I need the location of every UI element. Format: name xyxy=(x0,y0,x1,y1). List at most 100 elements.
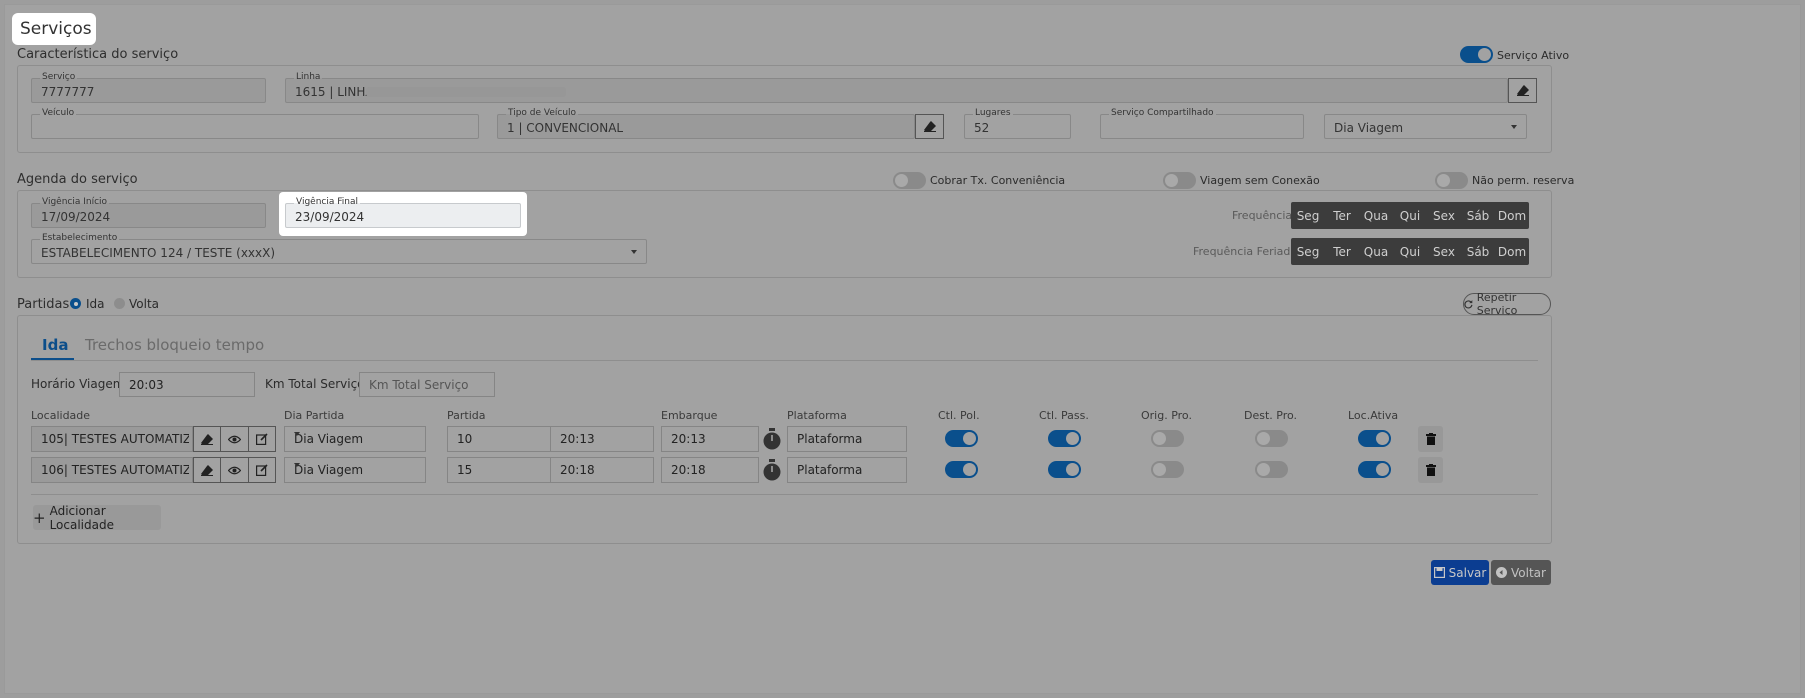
adicionar-localidade-button[interactable]: + Adicionar Localidade xyxy=(33,504,161,532)
lugares-field[interactable]: Lugares 52 xyxy=(964,108,1071,139)
stopwatch-icon[interactable] xyxy=(763,428,781,450)
page-title: Serviços xyxy=(12,13,96,45)
day-qui[interactable]: Qui xyxy=(1393,202,1427,229)
ida-radio-label: Ida xyxy=(86,297,105,311)
orig-pro-toggle[interactable] xyxy=(1151,461,1184,478)
ctl-pol-toggle[interactable] xyxy=(945,430,978,447)
plus-icon: + xyxy=(33,508,46,527)
feriado-day-dom[interactable]: Dom xyxy=(1495,238,1529,265)
day-qua[interactable]: Qua xyxy=(1359,202,1393,229)
veiculo-field[interactable]: Veículo xyxy=(31,108,479,139)
ida-radio[interactable] xyxy=(70,298,81,309)
estabelecimento-select[interactable]: Estabelecimento ESTABELECIMENTO 124 / TE… xyxy=(31,233,647,264)
frequencia-feriados-days: Seg Ter Qua Qui Sex Sáb Dom xyxy=(1291,238,1529,265)
feriado-day-seg[interactable]: Seg xyxy=(1291,238,1325,265)
partida-num-input[interactable]: 15 xyxy=(447,457,551,483)
edit-localidade-button[interactable] xyxy=(248,457,276,483)
loc-ativa-toggle[interactable] xyxy=(1358,430,1391,447)
ctl-pol-toggle[interactable] xyxy=(945,461,978,478)
vigencia-inicio-field: Vigência Início 17/09/2024 xyxy=(31,197,266,228)
loc-ativa-toggle[interactable] xyxy=(1358,461,1391,478)
tab-trechos[interactable]: Trechos bloqueio tempo xyxy=(85,336,264,354)
day-dom[interactable]: Dom xyxy=(1495,202,1529,229)
dia-partida-select[interactable]: Dia Viagem xyxy=(284,426,426,452)
frequencia-feriados-label: Frequência Feriados xyxy=(1193,245,1303,258)
day-ter[interactable]: Ter xyxy=(1325,202,1359,229)
col-partida: Partida xyxy=(447,409,486,422)
dest-pro-toggle[interactable] xyxy=(1255,430,1288,447)
feriado-day-sab[interactable]: Sáb xyxy=(1461,238,1495,265)
km-total-label: Km Total Serviço xyxy=(265,377,365,391)
delete-row-button[interactable] xyxy=(1418,426,1443,452)
embarque-input[interactable]: 20:18 xyxy=(661,457,759,483)
back-icon xyxy=(1496,567,1508,578)
eraser-icon xyxy=(201,464,213,476)
frequencia-label: Frequência xyxy=(1232,209,1293,222)
tab-ida[interactable]: Ida xyxy=(42,336,68,354)
caracteristica-title: Característica do serviço xyxy=(17,47,179,62)
volta-radio[interactable] xyxy=(114,298,125,309)
servico-ativo-label: Serviço Ativo xyxy=(1497,49,1570,62)
nao-perm-reserva-toggle[interactable] xyxy=(1435,172,1468,189)
eye-icon xyxy=(228,466,241,474)
save-icon xyxy=(1433,567,1445,578)
col-dia-partida: Dia Partida xyxy=(284,409,345,422)
stopwatch-icon[interactable] xyxy=(763,459,781,481)
frequencia-days: Seg Ter Qua Qui Sex Sáb Dom xyxy=(1291,202,1529,229)
embarque-input[interactable]: 20:13 xyxy=(661,426,759,452)
tipo-veiculo-field: Tipo de Veículo 1 | CONVENCIONAL xyxy=(497,108,915,139)
view-localidade-button[interactable] xyxy=(220,426,249,452)
cobrar-toggle[interactable] xyxy=(893,172,926,189)
plataforma-input[interactable]: Plataforma xyxy=(787,457,907,483)
agenda-title: Agenda do serviço xyxy=(17,172,138,187)
day-sab[interactable]: Sáb xyxy=(1461,202,1495,229)
plataforma-input[interactable]: Plataforma xyxy=(787,426,907,452)
partida-num-input[interactable]: 10 xyxy=(447,426,551,452)
col-ctl-pol: Ctl. Pol. xyxy=(938,409,980,422)
dia-partida-select[interactable]: Dia Viagem xyxy=(284,457,426,483)
dest-pro-toggle[interactable] xyxy=(1255,461,1288,478)
col-ctl-pass: Ctl. Pass. xyxy=(1039,409,1089,422)
clear-localidade-button[interactable] xyxy=(193,457,221,483)
clear-localidade-button[interactable] xyxy=(193,426,221,452)
eraser-icon xyxy=(1516,85,1529,96)
partida-time-input[interactable]: 20:18 xyxy=(550,457,654,483)
salvar-button[interactable]: Salvar xyxy=(1431,560,1489,585)
ctl-pass-toggle[interactable] xyxy=(1048,430,1081,447)
viagem-sem-conexao-toggle[interactable] xyxy=(1163,172,1196,189)
nao-perm-reserva-label: Não perm. reserva xyxy=(1472,174,1575,187)
voltar-button[interactable]: Voltar xyxy=(1491,560,1551,585)
repetir-servico-button[interactable]: Repetir Serviço xyxy=(1463,291,1551,317)
trash-icon xyxy=(1425,464,1436,476)
eraser-icon xyxy=(923,121,936,132)
servico-ativo-toggle[interactable] xyxy=(1460,46,1493,63)
km-total-input[interactable]: Km Total Serviço xyxy=(359,372,495,397)
horario-viagem-input[interactable]: 20:03 xyxy=(119,372,255,397)
edit-localidade-button[interactable] xyxy=(248,426,276,452)
clear-tipo-veiculo-button[interactable] xyxy=(915,114,944,139)
feriado-day-ter[interactable]: Ter xyxy=(1325,238,1359,265)
partida-time-input[interactable]: 20:13 xyxy=(550,426,654,452)
linha-field: Linha 1615 | LINHA xyxy=(285,72,1508,103)
feriado-day-sex[interactable]: Sex xyxy=(1427,238,1461,265)
col-plataforma: Plataforma xyxy=(787,409,847,422)
col-dest-pro: Dest. Pro. xyxy=(1244,409,1298,422)
delete-row-button[interactable] xyxy=(1418,457,1443,483)
col-orig-pro: Orig. Pro. xyxy=(1141,409,1192,422)
feriado-day-qua[interactable]: Qua xyxy=(1359,238,1393,265)
clear-linha-button[interactable] xyxy=(1508,78,1537,103)
ctl-pass-toggle[interactable] xyxy=(1048,461,1081,478)
trash-icon xyxy=(1425,433,1436,445)
view-localidade-button[interactable] xyxy=(220,457,249,483)
feriado-day-qui[interactable]: Qui xyxy=(1393,238,1427,265)
col-localidade: Localidade xyxy=(31,409,91,422)
vigencia-final-field[interactable]: Vigência Final 23/09/2024 xyxy=(285,197,521,228)
servico-compartilhado-field[interactable]: Serviço Compartilhado xyxy=(1100,108,1304,139)
orig-pro-toggle[interactable] xyxy=(1151,430,1184,447)
vigencia-final-highlight: Vigência Final 23/09/2024 xyxy=(279,192,527,236)
day-sex[interactable]: Sex xyxy=(1427,202,1461,229)
day-seg[interactable]: Seg xyxy=(1291,202,1325,229)
partidas-label: Partidas xyxy=(17,297,70,312)
eye-icon xyxy=(228,435,241,443)
dia-viagem-select[interactable]: Dia Viagem xyxy=(1324,114,1527,139)
